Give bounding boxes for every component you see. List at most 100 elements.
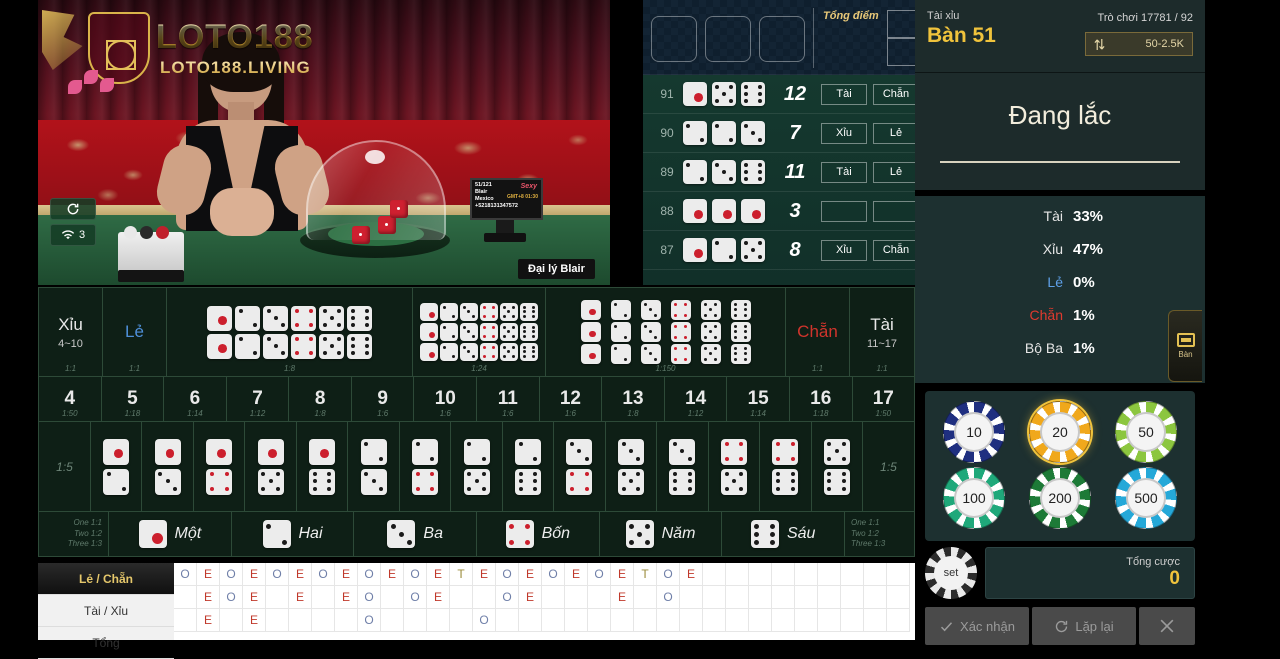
bet-total-13[interactable]: 131:8 <box>602 377 665 421</box>
bet-specific-triple[interactable]: 1:150 <box>546 288 786 376</box>
double-3[interactable] <box>263 306 288 359</box>
bet-total-10[interactable]: 101:6 <box>414 377 477 421</box>
bet-pair-3-5[interactable] <box>606 422 657 511</box>
bet-pair-4-5[interactable] <box>709 422 760 511</box>
bet-single-5[interactable]: Năm <box>600 512 723 556</box>
double-6[interactable] <box>347 306 372 359</box>
bet-limit-button[interactable]: 50-2.5K <box>1085 32 1193 56</box>
chip-row-2: 100 200 500 <box>931 467 1189 529</box>
triple-2[interactable] <box>611 300 631 364</box>
bet-total-7[interactable]: 71:12 <box>227 377 290 421</box>
bet-le[interactable]: Lẻ 1:1 <box>103 288 167 376</box>
roadmap-cell <box>588 586 611 609</box>
bet-total-5[interactable]: 51:18 <box>102 377 165 421</box>
bet-pair-2-5[interactable] <box>451 422 502 511</box>
roadmap-cell <box>864 563 887 586</box>
bet-pair-1-4[interactable] <box>194 422 245 511</box>
chip-500[interactable]: 500 <box>1115 467 1177 529</box>
brand-wordmark: LOTO188 <box>156 18 314 57</box>
die-face-2 <box>440 303 458 321</box>
roadmap-cell <box>772 563 795 586</box>
bet-pair-1-2[interactable] <box>91 422 142 511</box>
triple-1[interactable] <box>581 300 601 364</box>
chip-200[interactable]: 200 <box>1029 467 1091 529</box>
chip-100[interactable]: 100 <box>943 467 1005 529</box>
bet-chan[interactable]: Chẵn 1:1 <box>786 288 850 376</box>
bet-pair-2-6[interactable] <box>503 422 554 511</box>
bet-total-16[interactable]: 161:18 <box>790 377 853 421</box>
bet-pair-1-6[interactable] <box>297 422 348 511</box>
bet-total-15[interactable]: 151:14 <box>727 377 790 421</box>
any-triple-dice <box>420 303 538 361</box>
bet-pair-5-6[interactable] <box>812 422 862 511</box>
refresh-icon[interactable] <box>50 198 96 220</box>
side-tab-tables[interactable]: Bàn <box>1168 310 1202 382</box>
bet-any-triple[interactable]: 1:24 <box>413 288 546 376</box>
roadmap-cell <box>565 609 588 632</box>
bet-total-14[interactable]: 141:12 <box>665 377 728 421</box>
bet-xiu[interactable]: Xỉu 4~10 1:1 <box>39 288 103 376</box>
roadmap-grid[interactable]: OEOEOEOEOEOETEOEOEOETOEEOEEEOOEOEEOEEOO <box>174 563 915 640</box>
signal-strength[interactable]: 3 <box>50 224 96 246</box>
roadmap-tab-0[interactable]: Lẻ / Chẵn <box>38 563 174 595</box>
bet-single-3[interactable]: Ba <box>354 512 477 556</box>
double-2[interactable] <box>235 306 260 359</box>
bet-tai[interactable]: Tài 11~17 1:1 <box>850 288 914 376</box>
bet-pair-2-4[interactable] <box>400 422 451 511</box>
die-face-5 <box>701 322 721 342</box>
bet-pair-3-6[interactable] <box>657 422 708 511</box>
status-text: Đang lắc <box>1009 100 1112 131</box>
bet-limit-value: 50-2.5K <box>1145 38 1184 50</box>
die-face-3 <box>387 520 415 548</box>
roadmap-cell <box>335 609 358 632</box>
repeat-label: Lặp lại <box>1075 619 1113 634</box>
bet-total-12[interactable]: 121:6 <box>540 377 603 421</box>
bet-single-2[interactable]: Hai <box>232 512 355 556</box>
bet-single-4[interactable]: Bốn <box>477 512 600 556</box>
double-1[interactable] <box>207 306 232 359</box>
clear-button[interactable] <box>1139 607 1195 645</box>
triple-6[interactable] <box>731 300 751 364</box>
set-chip-label: set <box>934 556 968 590</box>
bet-pair-2-3[interactable] <box>348 422 399 511</box>
left-column: 51/121 Blair Mexico +5218131347572 Sexy … <box>0 0 915 640</box>
bet-total-17[interactable]: 171:50 <box>853 377 915 421</box>
triple-4[interactable] <box>671 300 691 364</box>
confirm-button[interactable]: Xác nhận <box>925 607 1029 645</box>
set-chip-button[interactable]: set <box>925 547 977 599</box>
die-face-3 <box>669 439 695 465</box>
triple-5[interactable] <box>701 300 721 364</box>
bet-single-1[interactable]: Một <box>109 512 232 556</box>
bet-total-9[interactable]: 91:6 <box>352 377 415 421</box>
video-controls[interactable]: 3 <box>50 198 96 250</box>
bet-pair-1-3[interactable] <box>142 422 193 511</box>
history-tags: XỉuChẵn <box>821 240 915 261</box>
bet-pair-1-5[interactable] <box>245 422 296 511</box>
bet-pair-4-6[interactable] <box>760 422 811 511</box>
total-score-label: Tổng điểm <box>823 10 879 22</box>
pair-dice <box>515 439 541 495</box>
chip-20[interactable]: 20 <box>1029 401 1091 463</box>
singles-cells: MộtHaiBaBốnNămSáu <box>109 512 844 556</box>
roadmap-cell: O <box>473 609 496 632</box>
triple-3[interactable] <box>641 300 661 364</box>
double-4[interactable] <box>291 306 316 359</box>
total-odds: 1:6 <box>540 409 602 418</box>
roadmap-cell <box>680 609 703 632</box>
bet-single-6[interactable]: Sáu <box>722 512 844 556</box>
chip-10[interactable]: 10 <box>943 401 1005 463</box>
bet-total-11[interactable]: 111:6 <box>477 377 540 421</box>
repeat-button[interactable]: Lặp lại <box>1032 607 1136 645</box>
bet-doubles[interactable]: 1:8 <box>167 288 413 376</box>
roadmap-tab-1[interactable]: Tài / Xỉu <box>38 595 174 627</box>
double-5[interactable] <box>319 306 344 359</box>
roadmap-tab-2[interactable]: Tổng <box>38 627 174 659</box>
stat-key: Xỉu <box>987 241 1063 257</box>
bet-total-6[interactable]: 61:14 <box>164 377 227 421</box>
bet-total-4[interactable]: 41:50 <box>39 377 102 421</box>
chip-50[interactable]: 50 <box>1115 401 1177 463</box>
close-icon <box>1157 616 1177 636</box>
bet-tai-range: 11~17 <box>867 338 897 350</box>
bet-pair-3-4[interactable] <box>554 422 605 511</box>
bet-total-8[interactable]: 81:8 <box>289 377 352 421</box>
